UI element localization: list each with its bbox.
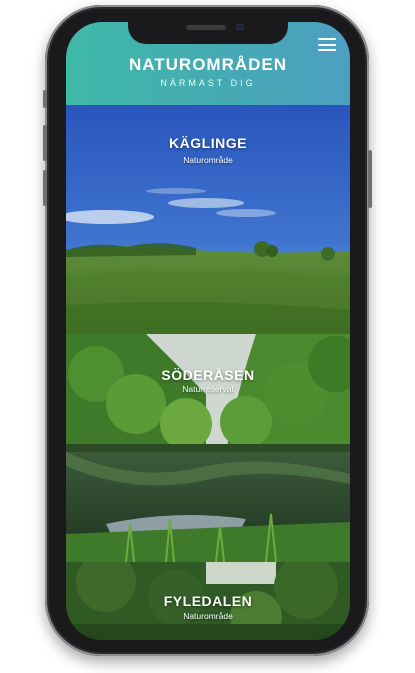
app-subtitle: NÄRMAST DIG <box>160 78 256 88</box>
area-card-soderasen[interactable]: SÖDERÅSEN Naturreservat <box>66 334 350 562</box>
speaker-grille <box>186 25 226 30</box>
area-name: KÄGLINGE <box>169 135 247 151</box>
hamburger-menu-icon[interactable] <box>318 38 336 51</box>
notch <box>128 22 288 44</box>
area-name: SÖDERÅSEN <box>161 367 255 383</box>
area-type: Naturområde <box>183 155 233 165</box>
app-title: NATUROMRÅDEN <box>128 55 288 74</box>
area-name: FYLEDALEN <box>163 593 253 609</box>
area-card-fyledalen[interactable]: FYLEDALEN Naturområde <box>66 562 350 640</box>
volume-up-button <box>43 125 47 161</box>
silent-switch <box>43 90 47 108</box>
area-type: Naturområde <box>183 611 233 621</box>
app-screen: NATUROMRÅDEN NÄRMAST DIG KÄGLINGE Naturo… <box>66 22 350 640</box>
volume-down-button <box>43 170 47 206</box>
area-type: Naturreservat <box>182 384 234 394</box>
front-camera <box>236 23 244 31</box>
area-card-kaglinge[interactable]: KÄGLINGE Naturområde <box>66 105 350 334</box>
power-button <box>368 150 372 208</box>
